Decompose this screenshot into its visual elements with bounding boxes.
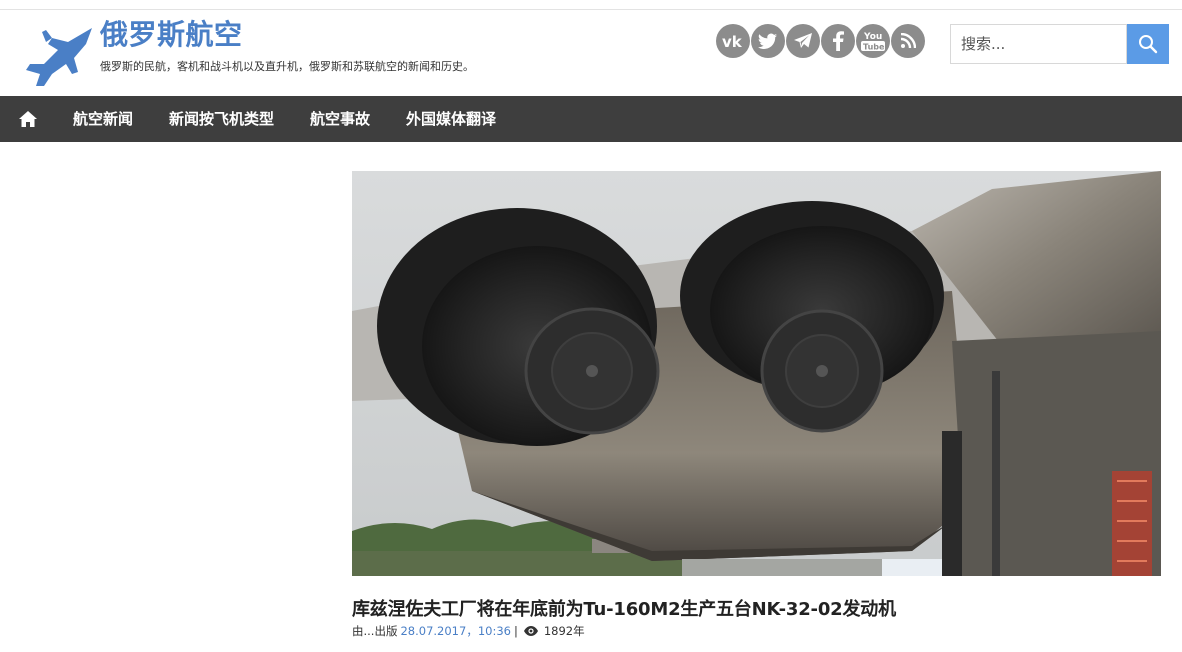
rss-icon[interactable]	[891, 24, 925, 58]
youtube-icon[interactable]: You Tube	[856, 24, 890, 58]
social-links: vk You Tube	[716, 24, 925, 60]
article-image[interactable]	[352, 171, 1161, 576]
nav-item-aviation-news[interactable]: 航空新闻	[73, 96, 133, 142]
site-header: 俄罗斯航空 俄罗斯的民航，客机和战斗机以及直升机，俄罗斯和苏联航空的新闻和历史。…	[0, 10, 1182, 96]
svg-text:Tube: Tube	[863, 43, 885, 52]
article-meta: 由...出版 28.07.2017，10:36 | 1892年	[352, 623, 585, 639]
svg-text:You: You	[863, 32, 882, 42]
view-count: 1892年	[543, 624, 585, 638]
nav-item-foreign-media-translations[interactable]: 外国媒体翻译	[406, 96, 496, 142]
eye-icon	[523, 626, 538, 636]
telegram-icon[interactable]	[786, 24, 820, 58]
fighter-jet-icon[interactable]	[22, 24, 94, 88]
publish-date[interactable]: 28.07.2017，10:36	[400, 623, 511, 639]
main-navigation: 航空新闻 新闻按飞机类型 航空事故 外国媒体翻译	[0, 96, 1182, 142]
vk-icon[interactable]: vk	[716, 24, 750, 58]
svg-text:vk: vk	[722, 33, 743, 49]
twitter-icon[interactable]	[751, 24, 785, 58]
search-input[interactable]	[950, 24, 1127, 64]
site-title[interactable]: 俄罗斯航空	[100, 18, 243, 52]
nav-item-aviation-accidents[interactable]: 航空事故	[310, 96, 370, 142]
search-icon	[1139, 35, 1158, 54]
facebook-icon[interactable]	[821, 24, 855, 58]
nav-item-news-by-aircraft-type[interactable]: 新闻按飞机类型	[169, 96, 274, 142]
home-icon[interactable]	[12, 96, 44, 142]
site-tagline: 俄罗斯的民航，客机和战斗机以及直升机，俄罗斯和苏联航空的新闻和历史。	[100, 60, 474, 73]
meta-prefix[interactable]: 由...出版	[352, 623, 397, 639]
search-button[interactable]	[1127, 24, 1169, 64]
meta-separator: |	[513, 624, 518, 638]
article-title[interactable]: 库兹涅佐夫工厂将在年底前为Tu-160M2生产五台NK-32-02发动机	[352, 595, 896, 621]
